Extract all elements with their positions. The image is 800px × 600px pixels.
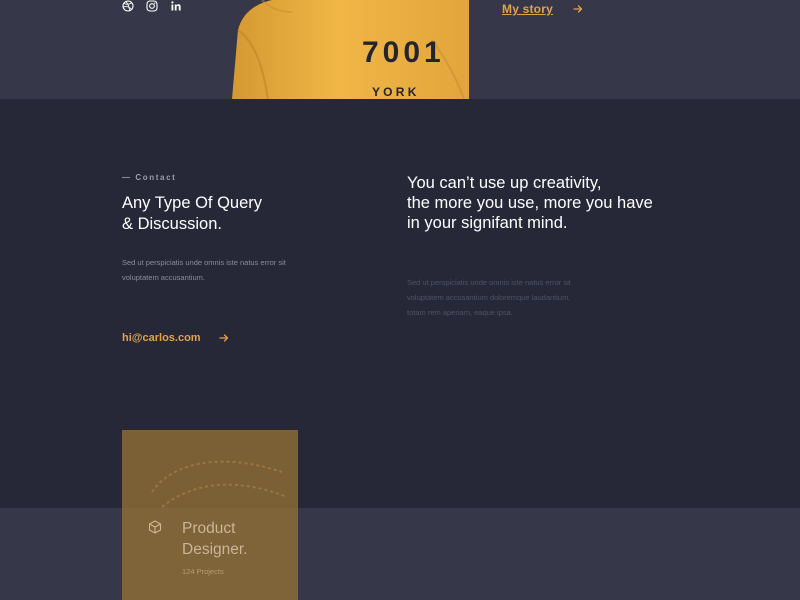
card-title: Product Designer.	[182, 518, 292, 560]
quote-line: You can’t use up creativity,	[407, 174, 602, 192]
quote-heading: You can’t use up creativity, the more yo…	[407, 173, 707, 233]
card-projects-count: 124 Projects	[182, 567, 224, 576]
contact-desc-line: Sed ut perspiciatis unde omnis iste natu…	[122, 258, 286, 267]
quote-desc-line: voluptatem accusantium doloremque laudan…	[407, 293, 571, 302]
contact-title: Any Type Of Query & Discussion.	[122, 193, 352, 235]
shirt-text-small: Y O R K	[372, 85, 417, 99]
hero-band: 7001 Y O R K My story	[0, 0, 800, 99]
cube-icon	[148, 520, 162, 534]
card-title-line: Designer.	[182, 541, 248, 558]
service-card[interactable]: Product Designer. 124 Projects	[122, 430, 298, 600]
shirt-text: 7001	[362, 36, 445, 69]
arrow-right-icon[interactable]	[218, 333, 229, 343]
dribbble-icon[interactable]	[122, 0, 134, 12]
instagram-icon[interactable]	[146, 0, 158, 12]
contact-title-line: Any Type Of Query	[122, 194, 263, 212]
contact-section-tag: — Contact	[122, 173, 177, 182]
quote-description: Sed ut perspiciatis unde omnis iste natu…	[407, 275, 597, 320]
arrow-right-icon[interactable]	[573, 4, 583, 14]
quote-desc-line: Sed ut perspiciatis unde omnis iste natu…	[407, 278, 571, 287]
linkedin-icon[interactable]	[170, 0, 182, 12]
quote-line: the more you use, more you have	[407, 194, 653, 212]
contact-desc-line: voluptatem accusantium.	[122, 273, 205, 282]
my-story-row: My story	[502, 2, 583, 16]
my-story-link[interactable]: My story	[502, 2, 553, 16]
contact-description: Sed ut perspiciatis unde omnis iste natu…	[122, 255, 312, 285]
social-links	[122, 0, 182, 12]
card-title-line: Product	[182, 520, 236, 537]
card-decoration	[151, 460, 288, 508]
email-row: hi@carlos.com	[122, 332, 229, 344]
quote-line: in your signifant mind.	[407, 214, 568, 232]
portrait-image: 7001 Y O R K	[232, 0, 469, 99]
quote-desc-line: totam rem aperiam, eaque ipsa.	[407, 308, 513, 317]
email-link[interactable]: hi@carlos.com	[122, 332, 201, 344]
services-band	[0, 508, 800, 600]
contact-title-line: & Discussion.	[122, 215, 222, 233]
